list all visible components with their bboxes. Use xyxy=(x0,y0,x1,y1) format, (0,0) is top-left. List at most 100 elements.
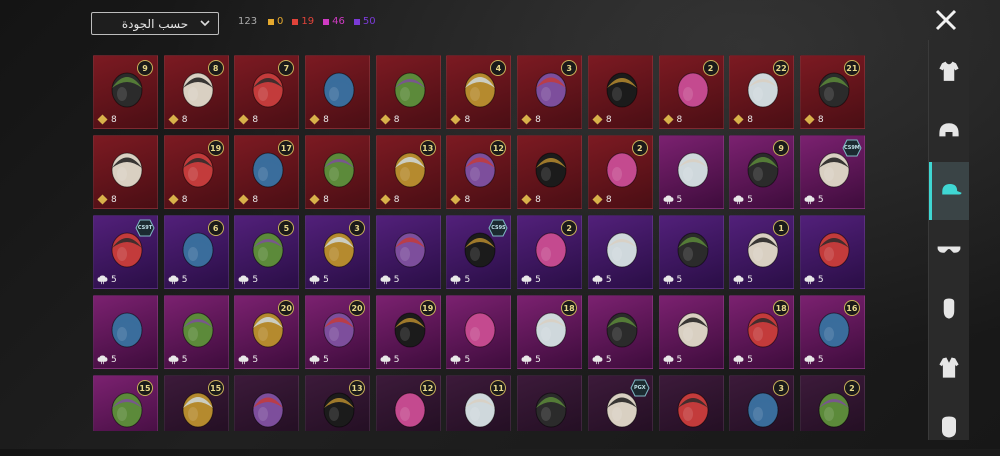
cloud-rarity-icon xyxy=(663,275,673,285)
category-tab-jacket[interactable] xyxy=(929,339,969,397)
item-tile[interactable]: 8 xyxy=(305,55,371,129)
rarity-color-swatch xyxy=(353,18,360,25)
item-tile[interactable]: 115 xyxy=(446,375,512,431)
item-tile[interactable]: CS9S 5 xyxy=(446,215,512,289)
item-tile[interactable]: 8 xyxy=(93,135,158,209)
item-value-number: 5 xyxy=(605,274,612,285)
cloud-rarity-icon xyxy=(238,275,249,285)
category-tab-mask[interactable] xyxy=(929,398,969,456)
item-tile[interactable]: 5 xyxy=(446,295,512,369)
item-value: 5 xyxy=(592,274,612,285)
item-tile[interactable]: 8 xyxy=(587,55,653,129)
item-tile[interactable]: 18 5 xyxy=(517,295,583,369)
item-tile[interactable]: 5 xyxy=(658,375,724,431)
item-tile[interactable]: 155 xyxy=(163,375,229,431)
category-tab-face[interactable] xyxy=(929,280,969,338)
level-badge: 2 xyxy=(561,220,578,236)
item-tile[interactable]: 5 xyxy=(375,215,441,289)
cloud-rarity-icon xyxy=(309,355,320,365)
item-tile[interactable]: 28 xyxy=(658,55,724,129)
item-tile[interactable]: 78 xyxy=(234,55,300,129)
spiked-mask-icon xyxy=(394,232,426,268)
level-badge: 12 xyxy=(419,380,436,396)
close-icon[interactable] xyxy=(932,6,960,34)
item-tile[interactable]: 15 xyxy=(729,215,795,289)
item-tile[interactable]: 35 xyxy=(305,215,371,289)
item-tile[interactable]: 38 xyxy=(517,55,583,129)
item-tile[interactable]: 5 xyxy=(658,135,724,209)
level-badge: 5 xyxy=(278,220,295,236)
gold-rarity-icon xyxy=(309,114,320,125)
item-tile[interactable]: 48 xyxy=(446,55,512,129)
item-tile[interactable]: 19 5 xyxy=(375,295,441,369)
item-tile[interactable]: 5 xyxy=(799,215,865,289)
item-tile[interactable]: 17 8 xyxy=(234,135,300,209)
item-tile[interactable]: 95 xyxy=(729,135,795,209)
item-tile[interactable]: 8 xyxy=(305,135,371,209)
item-tile[interactable]: PGX5 xyxy=(587,375,653,431)
item-tile[interactable]: 5 xyxy=(234,375,300,431)
item-tile[interactable]: 12 8 xyxy=(446,135,512,209)
item-value-number: 8 xyxy=(181,114,188,125)
level-badge: 2 xyxy=(631,140,648,156)
category-tab-helmet[interactable] xyxy=(929,103,969,161)
item-tile[interactable]: 21 8 xyxy=(799,55,865,129)
item-value-number: 5 xyxy=(605,354,612,365)
item-tile[interactable]: 125 xyxy=(375,375,441,431)
item-tile[interactable]: 88 xyxy=(163,55,229,129)
cloud-rarity-icon xyxy=(804,275,815,285)
red-hood-icon xyxy=(677,392,708,428)
season-badge: CS9S xyxy=(488,219,508,237)
rarity-color-swatch xyxy=(292,18,299,25)
item-tile[interactable]: 55 xyxy=(234,215,300,289)
item-value: 5 xyxy=(804,354,824,365)
item-value: 5 xyxy=(804,274,824,285)
category-sidebar xyxy=(928,40,969,440)
item-tile[interactable]: 5 xyxy=(658,295,724,369)
item-tile[interactable]: 5 xyxy=(517,375,583,431)
item-tile[interactable]: 5 xyxy=(658,215,724,289)
item-tile[interactable]: 22 8 xyxy=(729,55,795,129)
item-tile[interactable]: 65 xyxy=(163,215,229,289)
item-tile[interactable]: 8 xyxy=(375,55,441,129)
item-value: 5 xyxy=(733,354,753,365)
item-tile[interactable]: 18 5 xyxy=(729,295,795,369)
item-value: 5 xyxy=(309,274,329,285)
item-tile[interactable]: 5 xyxy=(93,295,158,369)
item-tile[interactable]: 25 xyxy=(517,215,583,289)
item-tile[interactable]: 35 xyxy=(729,375,795,431)
rarity-count-value: 50 xyxy=(362,16,376,27)
category-tab-glasses[interactable] xyxy=(929,221,969,279)
gold-rarity-icon xyxy=(592,114,603,125)
category-tab-cap[interactable] xyxy=(929,162,969,220)
item-value-number: 8 xyxy=(252,194,259,205)
rarity-count: 0 xyxy=(268,16,283,27)
item-tile[interactable]: 98 xyxy=(93,55,158,129)
item-tile[interactable]: 13 8 xyxy=(375,135,441,209)
item-tile[interactable]: 5 xyxy=(163,295,229,369)
item-value: 8 xyxy=(450,194,470,205)
level-badge: 2 xyxy=(843,380,860,396)
gold-rarity-icon xyxy=(733,114,744,125)
cloud-rarity-icon xyxy=(168,355,179,365)
item-tile[interactable]: 5 xyxy=(587,295,653,369)
item-tile[interactable]: 19 8 xyxy=(163,135,229,209)
item-tile[interactable]: 20 5 xyxy=(234,295,300,369)
level-badge: 3 xyxy=(349,220,366,236)
item-tile[interactable]: CS9M 5 xyxy=(799,135,865,209)
item-value-number: 5 xyxy=(323,274,329,285)
item-tile[interactable]: 25 xyxy=(799,375,865,431)
item-tile[interactable]: 155 xyxy=(93,375,158,431)
item-tile[interactable]: 8 xyxy=(517,135,583,209)
item-tile[interactable]: 135 xyxy=(305,375,371,431)
sort-dropdown[interactable]: حسب الجودة xyxy=(91,12,219,35)
category-tab-shirt[interactable] xyxy=(929,44,969,102)
item-tile[interactable]: 5 xyxy=(587,215,653,289)
item-tile[interactable]: CS9T 5 xyxy=(93,215,158,289)
season-badge: CS9M xyxy=(842,139,862,157)
gold-rarity-icon xyxy=(97,114,108,125)
item-tile[interactable]: 20 5 xyxy=(305,295,371,369)
item-tile[interactable]: 16 5 xyxy=(799,295,865,369)
wizard-hat-icon xyxy=(535,392,567,428)
item-tile[interactable]: 28 xyxy=(587,135,653,209)
